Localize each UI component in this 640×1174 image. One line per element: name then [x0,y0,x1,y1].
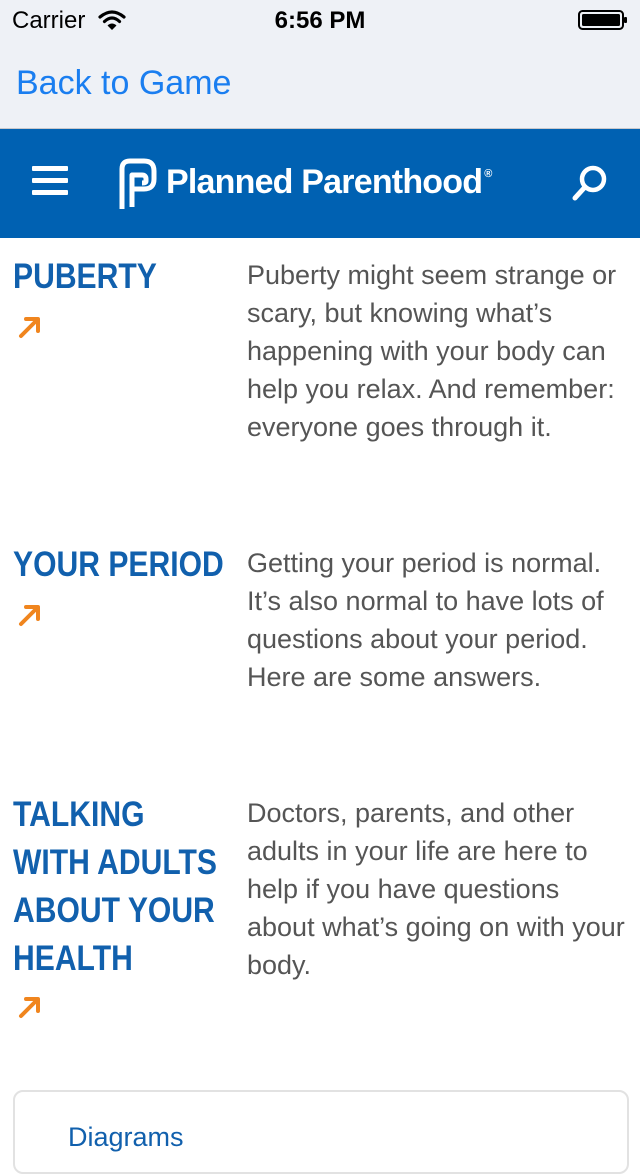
status-time: 6:56 PM [274,7,366,34]
topic-title[interactable]: TALKING WITH ADULTS ABOUT YOUR HEALTH [13,791,217,983]
topic-title-line: PUBERTY [13,257,157,296]
site-header: Planned Parenthood ® [0,129,640,238]
status-bar: Carrier 6:56 PM [0,0,640,40]
topic-title[interactable]: PUBERTY [13,253,202,301]
planned-parenthood-logo-icon [119,158,157,209]
topic-title-line: WITH ADULTS [13,843,217,882]
topic-title-line: HEALTH [13,939,133,978]
topic-description: Puberty might seem strange or scary, but… [247,260,617,442]
registered-mark: ® [484,168,492,180]
topic-title[interactable]: YOUR PERIOD [13,541,224,589]
brand-name: Planned Parenthood ® [166,163,492,202]
brand-name-text: Planned Parenthood [166,163,483,201]
hamburger-menu-icon[interactable] [32,166,68,196]
arrow-up-right-icon[interactable] [18,603,42,627]
topic-your-period: YOUR PERIOD Getting your period is norma… [0,532,640,752]
topic-description: Doctors, parents, and other adults in yo… [247,798,625,980]
topic-puberty: PUBERTY Puberty might seem strange or sc… [0,244,640,504]
back-to-game-button[interactable]: Back to Game [16,64,231,103]
navigation-bar: Back to Game [0,40,640,129]
topic-description: Getting your period is normal. It’s also… [247,548,604,692]
arrow-up-right-icon[interactable] [18,315,42,339]
arrow-up-right-icon[interactable] [18,995,42,1019]
search-icon[interactable] [570,163,610,203]
topic-title-line: YOUR PERIOD [13,545,224,584]
topic-title-line: TALKING [13,795,145,834]
topic-talking-with-adults: TALKING WITH ADULTS ABOUT YOUR HEALTH Do… [0,782,640,1042]
diagrams-card: Diagrams [13,1090,629,1174]
diagrams-link[interactable]: Diagrams [68,1122,184,1153]
topic-title-line: ABOUT YOUR [13,891,215,930]
battery-icon [578,10,627,30]
